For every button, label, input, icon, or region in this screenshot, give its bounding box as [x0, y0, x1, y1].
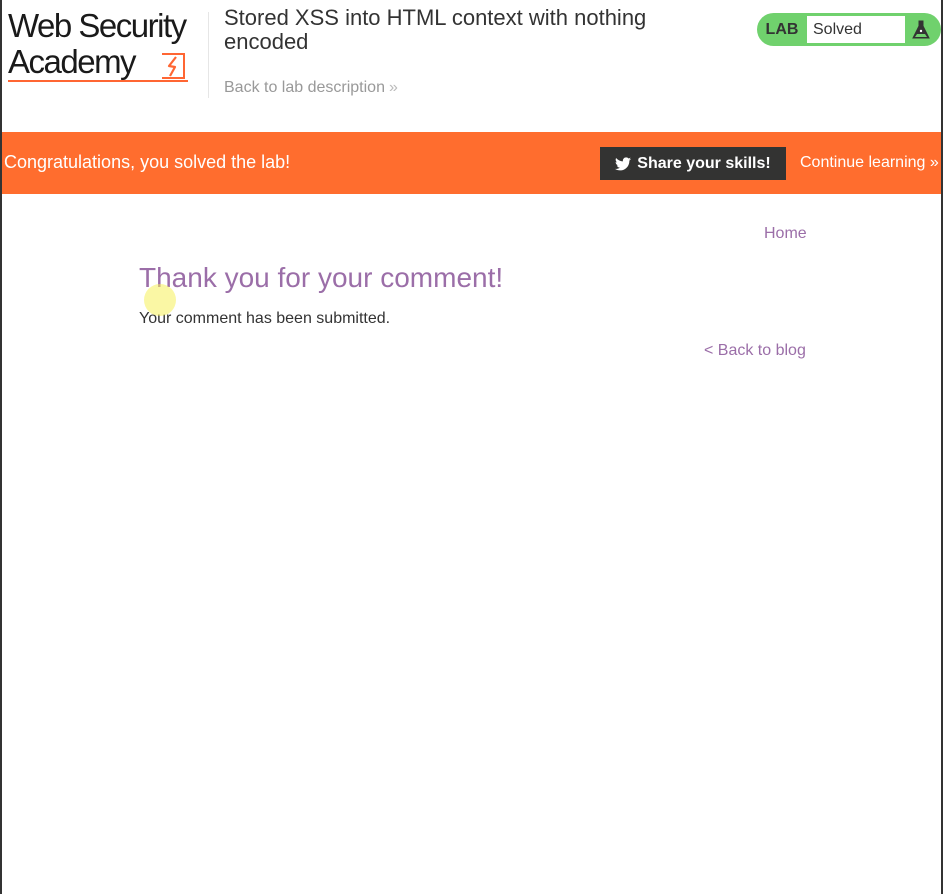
cursor-highlight [144, 284, 176, 316]
page-title: Thank you for your comment! [139, 262, 504, 293]
browser-frame: Web Security Academy Stored XSS into HTM… [0, 0, 943, 894]
double-chevron-right-icon: » [929, 154, 939, 171]
logo-line-1: Web Security [8, 7, 187, 44]
double-chevron-right-icon: » [388, 79, 398, 96]
continue-learning-link[interactable]: Continue learning » [800, 154, 939, 172]
lab-title: Stored XSS into HTML context with nothin… [224, 5, 647, 54]
header-divider [208, 12, 209, 98]
academy-header: Web Security Academy Stored XSS into HTM… [2, 0, 941, 132]
web-security-academy-logo[interactable]: Web Security Academy [8, 8, 204, 84]
lab-status-text: Solved [807, 16, 905, 43]
share-your-skills-button[interactable]: Share your skills! [600, 147, 786, 180]
lab-status-widget: LAB Solved [757, 13, 941, 46]
home-link[interactable]: Home [764, 225, 807, 243]
back-to-blog-link[interactable]: < Back to blog [704, 342, 806, 360]
back-to-lab-description-link[interactable]: Back to lab description » [224, 79, 398, 97]
flask-icon [905, 13, 937, 46]
lab-solved-notification: Congratulations, you solved the lab! Sha… [2, 132, 941, 194]
twitter-icon [615, 156, 632, 170]
congratulations-message: Congratulations, you solved the lab! [4, 152, 291, 172]
back-to-lab-description-label: Back to lab description [224, 79, 385, 96]
lab-tag: LAB [765, 20, 799, 38]
logo-underline [8, 80, 188, 82]
lightning-bolt-icon [162, 53, 185, 79]
continue-learning-label: Continue learning [800, 154, 926, 171]
logo-line-2: Academy [8, 43, 137, 80]
share-your-skills-label: Share your skills! [637, 154, 771, 172]
submission-confirmation: Your comment has been submitted. [139, 310, 391, 327]
